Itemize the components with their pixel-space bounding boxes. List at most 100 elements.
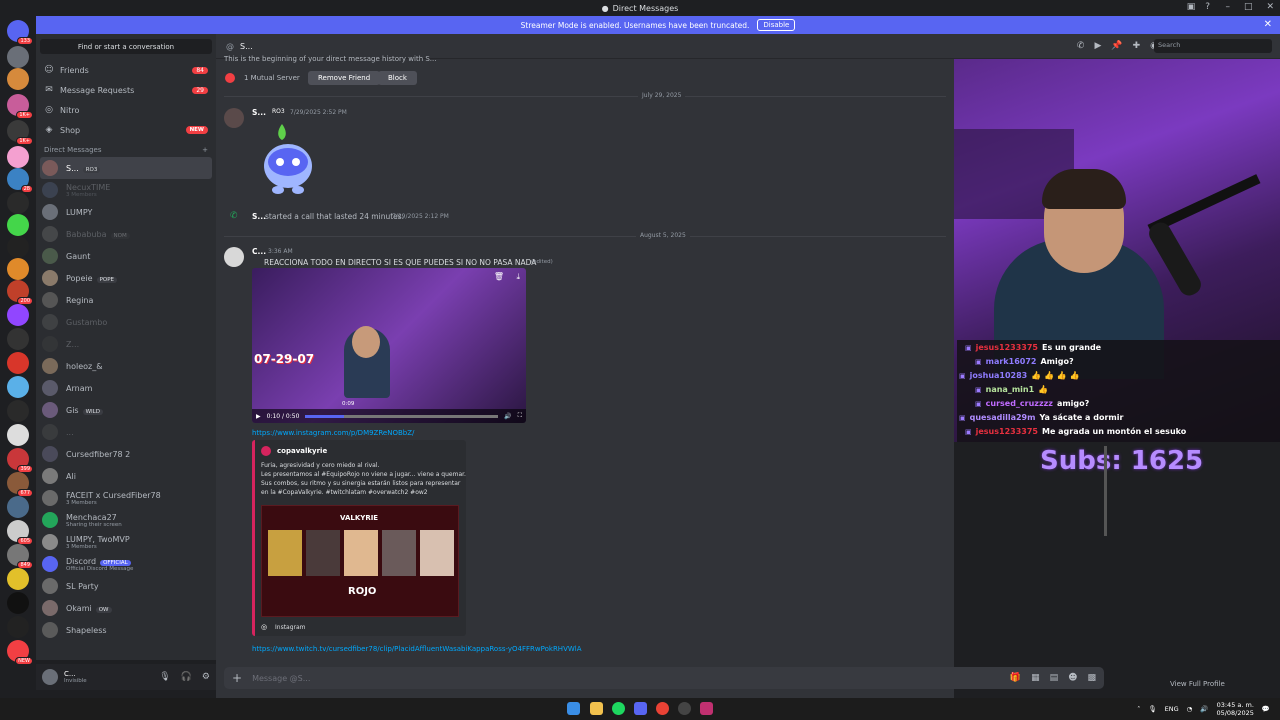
close-banner-icon[interactable]: ✕ [1264,19,1272,30]
nav-friends[interactable]: ☺ Friends 84 [36,60,216,80]
server-icon[interactable] [7,68,29,90]
video-icon[interactable]: ▶ [1094,41,1101,51]
mutual-server[interactable]: 1 Mutual Server [244,74,300,82]
server-icon[interactable] [7,46,29,68]
dm-item[interactable]: Regina [36,289,216,311]
dm-item[interactable]: Menchaca27 Sharing their screen [36,509,216,531]
volume-icon[interactable]: 🔊 [504,413,511,420]
server-icon[interactable] [7,352,29,374]
dm-item[interactable]: Shapeless [36,619,216,641]
apps-icon[interactable]: ▩ [1087,673,1096,683]
server-icon[interactable]: 605 [7,520,33,545]
discord-icon[interactable] [634,702,647,715]
remove-friend-button[interactable]: Remove Friend [308,71,381,85]
wifi-icon[interactable]: ◔ [1187,705,1193,713]
server-icon[interactable] [7,400,29,422]
chrome-icon[interactable] [656,702,669,715]
home-button[interactable]: 133 [7,20,33,45]
server-icon[interactable] [7,592,29,614]
dm-item[interactable]: Arnam [36,377,216,399]
maximize-button[interactable]: □ [1244,2,1253,12]
server-icon[interactable] [7,376,29,398]
dm-item[interactable]: LUMPY, TwoMVP 3 Members [36,531,216,553]
microphone-icon[interactable]: 🎙 [159,672,170,682]
nav-nitro[interactable]: ◎ Nitro [36,100,216,120]
help-icon[interactable]: ? [1205,2,1210,12]
server-icon[interactable]: 200 [7,280,33,305]
dm-item[interactable]: FACEIT x CursedFiber78 3 Members [36,487,216,509]
server-icon[interactable] [7,192,29,214]
dm-item[interactable]: Gis WILD [36,399,216,421]
app-icon[interactable] [700,702,713,715]
server-icon[interactable]: 1K+ [7,120,33,145]
headphones-icon[interactable]: 🎧 [181,672,192,682]
server-icon[interactable] [7,568,29,590]
add-dm-icon[interactable]: + [202,146,208,154]
language-indicator[interactable]: ENG [1165,705,1179,713]
embed-image[interactable]: VALKYRIE ROJO [261,505,459,617]
notification-icon[interactable]: 💬 [1262,705,1270,713]
embed-author[interactable]: copavalkyrie [277,447,327,455]
nav-shop[interactable]: ◈ Shop NEW [36,120,216,140]
start-icon[interactable] [567,702,580,715]
instagram-link[interactable]: https://www.instagram.com/p/DM9ZReNOBbZ/ [252,429,414,437]
message-input[interactable]: Message @S... [252,674,310,683]
find-conversation-button[interactable]: Find or start a conversation [40,39,212,54]
dm-item[interactable]: Ali [36,465,216,487]
pin-icon[interactable]: 📌 [1111,41,1122,51]
file-explorer-icon[interactable] [590,702,603,715]
server-icon[interactable] [7,616,29,638]
dm-item[interactable]: NecuxTIME 3 Members [36,179,216,201]
nav-message-requests[interactable]: ✉ Message Requests 29 [36,80,216,100]
add-attachment-icon[interactable]: + [232,671,242,685]
chevron-up-icon[interactable]: ˄ [1137,705,1140,713]
gear-icon[interactable]: ⚙ [202,672,210,682]
dm-item[interactable]: Cursedfiber78 2 [36,443,216,465]
server-icon[interactable] [7,236,29,258]
dm-item[interactable]: Gaunt [36,245,216,267]
dm-item[interactable]: SL Party [36,575,216,597]
obs-icon[interactable] [678,702,691,715]
server-icon[interactable]: 677 [7,472,33,497]
avatar[interactable] [42,669,58,685]
server-icon[interactable] [7,328,29,350]
server-icon[interactable] [7,146,29,168]
avatar[interactable] [224,108,244,128]
dm-item[interactable]: LUMPY [36,201,216,223]
trash-icon[interactable]: 🗑 [494,272,504,281]
server-icon[interactable] [7,496,29,518]
server-icon[interactable]: 399 [7,448,33,473]
block-button[interactable]: Block [378,71,417,85]
server-icon[interactable] [7,258,29,280]
server-icon[interactable]: 28 [7,168,33,193]
microphone-icon[interactable]: 🎙 [1148,705,1156,713]
message-author[interactable]: S... [252,108,266,117]
gif-icon[interactable]: ▦ [1031,673,1040,683]
dm-item[interactable]: ... [36,421,216,443]
fullscreen-icon[interactable]: ⛶ [518,412,522,420]
minimize-button[interactable]: – [1225,2,1230,12]
server-icon[interactable] [7,424,29,446]
dm-item[interactable]: Okami OW [36,597,216,619]
message-author[interactable]: C... [252,247,266,256]
volume-icon[interactable]: 🔊 [1200,705,1208,713]
emoji-icon[interactable]: ☻ [1068,673,1077,683]
spotify-icon[interactable] [612,702,625,715]
dm-item[interactable]: Popeie POPE [36,267,216,289]
call-author[interactable]: S... [252,212,266,221]
download-icon[interactable]: ⤓ [516,272,520,282]
clock-date[interactable]: 05/08/2025 [1216,709,1253,717]
server-icon[interactable] [7,304,29,326]
server-icon[interactable]: NEW [7,640,33,665]
dm-item[interactable]: S... RO3 [40,157,212,179]
view-full-profile-link[interactable]: View Full Profile [1170,680,1225,688]
clock-time[interactable]: 03:45 a. m. [1216,701,1254,709]
dm-item[interactable]: Gustambo [36,311,216,333]
disable-button[interactable]: Disable [757,19,796,31]
play-icon[interactable]: ▶ [256,413,261,420]
search-input[interactable]: Search [1154,39,1272,53]
video-attachment[interactable]: 07-29-07 🗑 ⤓ 0:09 ▶ 0:10 / 0:50 🔊 ⛶ [252,268,526,423]
server-icon[interactable]: 849 [7,544,33,569]
inbox-icon[interactable]: ▣ [1187,2,1196,12]
progress-bar[interactable] [305,414,499,418]
